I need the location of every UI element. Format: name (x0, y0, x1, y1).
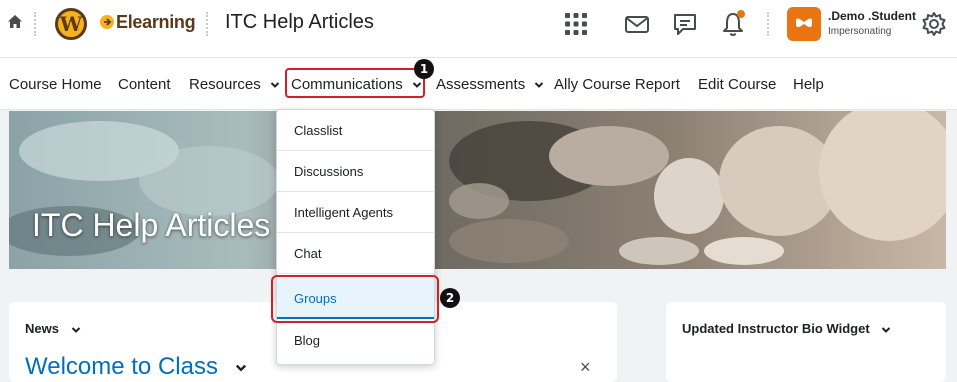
nav-resources[interactable]: Resources (189, 76, 280, 93)
user-name[interactable]: .Demo .Student (828, 9, 916, 23)
communications-highlight (285, 68, 425, 98)
communications-dropdown: Classlist Discussions Intelligent Agents… (276, 109, 435, 365)
brand-arrow-icon (100, 15, 114, 29)
chevron-down-icon (235, 364, 246, 372)
bio-widget-title[interactable]: Updated Instructor Bio Widget (682, 321, 891, 336)
groups-highlight (271, 275, 439, 323)
brand-name[interactable]: Elearning (116, 12, 196, 33)
waffle-icon[interactable] (562, 10, 590, 38)
course-banner-image (9, 111, 946, 269)
header-separator (34, 12, 36, 36)
university-logo[interactable]: W (55, 8, 87, 40)
bio-widget (666, 302, 946, 382)
notification-dot (737, 10, 745, 18)
step-badge-2: 2 (440, 288, 460, 308)
menu-item-discussions[interactable]: Discussions (277, 151, 434, 192)
avatar[interactable] (787, 7, 821, 41)
close-icon[interactable]: × (580, 357, 591, 378)
menu-item-intelligent-agents[interactable]: Intelligent Agents (277, 192, 434, 233)
header-separator (206, 12, 208, 36)
nav-edit-course[interactable]: Edit Course (698, 76, 776, 93)
nav-course-home[interactable]: Course Home (9, 76, 102, 93)
menu-item-chat[interactable]: Chat (277, 233, 434, 274)
nav-help[interactable]: Help (793, 76, 824, 93)
nav-assessments[interactable]: Assessments (436, 76, 544, 93)
nav-content[interactable]: Content (118, 76, 171, 93)
nav-ally-course-report[interactable]: Ally Course Report (554, 76, 680, 93)
impersonating-label: Impersonating (828, 26, 892, 37)
news-headline: Welcome to Class (25, 353, 218, 380)
chat-icon[interactable] (671, 10, 699, 38)
step-badge-1: 1 (414, 59, 434, 79)
site-title[interactable]: ITC Help Articles (225, 11, 374, 34)
menu-item-blog[interactable]: Blog (277, 320, 434, 361)
nav-resources-label: Resources (189, 76, 261, 93)
mail-icon[interactable] (623, 10, 651, 38)
menu-item-classlist[interactable]: Classlist (277, 110, 434, 151)
gear-icon[interactable] (920, 10, 948, 38)
chevron-down-icon (535, 82, 544, 88)
nav-assessments-label: Assessments (436, 76, 526, 93)
bio-widget-label: Updated Instructor Bio Widget (682, 321, 870, 336)
chevron-down-icon (71, 326, 80, 333)
news-label: News (25, 321, 59, 336)
home-icon[interactable] (6, 13, 24, 31)
banner-title: ITC Help Articles (32, 207, 271, 243)
chevron-down-icon (270, 82, 280, 88)
chevron-down-icon (882, 326, 891, 333)
header-separator (767, 12, 769, 36)
header-divider (0, 48, 957, 58)
news-widget-title[interactable]: News (25, 321, 81, 336)
